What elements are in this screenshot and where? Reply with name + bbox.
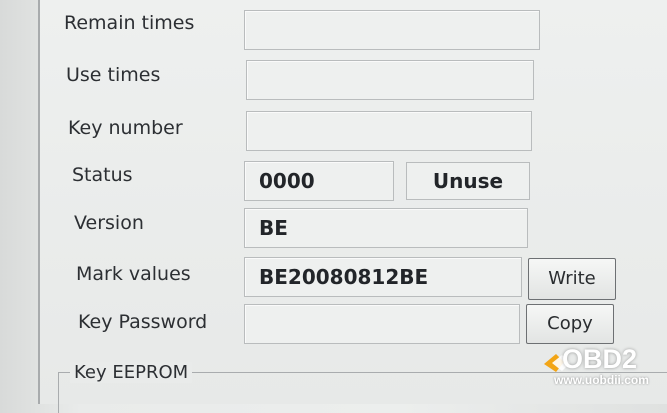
use-times-field[interactable] — [246, 60, 534, 100]
key-eeprom-title: Key EEPROM — [70, 362, 193, 383]
mark-values-field[interactable]: BE20080812BE — [244, 257, 522, 297]
remain-times-field[interactable] — [244, 10, 540, 50]
watermark-logo: OBD2 www.uobdii.com — [542, 344, 667, 392]
key-number-field[interactable] — [246, 111, 532, 151]
key-password-label: Key Password — [78, 311, 208, 333]
status-label: Status — [72, 164, 133, 186]
watermark-brand: OBD2 — [562, 344, 638, 374]
watermark-url: www.uobdii.com — [554, 373, 649, 387]
key-password-field[interactable] — [244, 304, 520, 344]
use-times-label: Use times — [66, 64, 161, 86]
status-value: 0000 — [244, 161, 394, 201]
version-field: BE — [244, 208, 528, 248]
mark-values-label: Mark values — [76, 263, 191, 285]
key-number-label: Key number — [68, 117, 183, 139]
version-label: Version — [74, 212, 144, 234]
status-state: Unuse — [406, 162, 530, 200]
copy-button[interactable]: Copy — [526, 304, 614, 344]
remain-times-label: Remain times — [64, 12, 195, 34]
write-button[interactable]: Write — [528, 258, 616, 300]
